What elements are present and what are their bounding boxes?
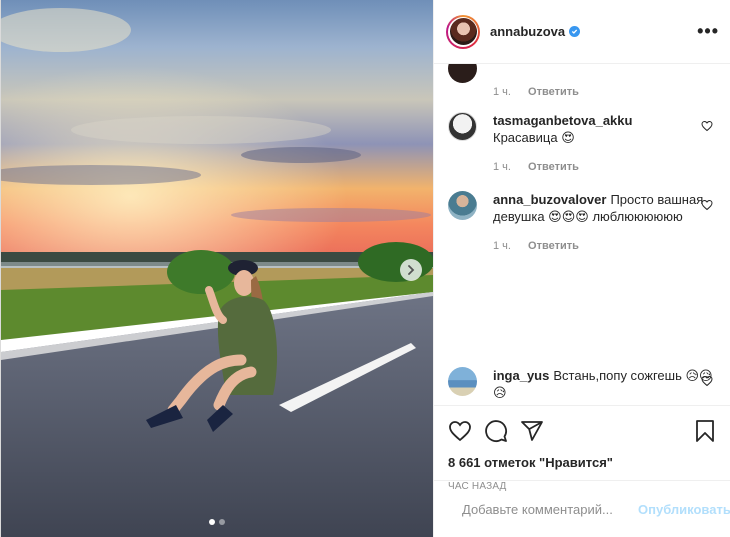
- author-username[interactable]: annabuzova: [490, 24, 565, 39]
- like-heart-icon[interactable]: [448, 419, 472, 443]
- carousel-dot: [219, 519, 225, 525]
- comment-time: 1 ч.: [493, 240, 511, 252]
- comment-username[interactable]: tasmaganbetova_akku: [493, 113, 632, 128]
- carousel-dot: [209, 519, 215, 525]
- comment-item: tasmaganbetova_akku Красавица 😍 1 ч. Отв…: [448, 112, 713, 176]
- comment-bubble-icon[interactable]: [484, 419, 508, 443]
- post-photo[interactable]: [1, 0, 433, 537]
- comment-time: 1 ч.: [493, 161, 511, 173]
- add-comment-bar: Опубликовать: [434, 480, 730, 537]
- comment-username[interactable]: anna_buzovalover: [493, 192, 606, 207]
- reply-button[interactable]: Ответить: [528, 86, 579, 98]
- commenter-avatar[interactable]: [448, 64, 477, 83]
- comment-like-heart-icon[interactable]: [701, 375, 713, 387]
- comment-item: 1 ч. Ответить: [448, 64, 713, 101]
- comment-item: anna_buzovalover Просто вашная девушка 😍😍…: [448, 191, 713, 255]
- post-header: annabuzova •••: [434, 0, 730, 64]
- likes-count[interactable]: 8 661 отметок "Нравится": [434, 455, 730, 475]
- comment-text: Красавица 😍: [493, 130, 575, 145]
- comment-item: inga_yus Встань,попу сожгешь 😥😥😥: [448, 367, 713, 401]
- author-avatar[interactable]: [446, 14, 480, 49]
- more-options-icon[interactable]: •••: [697, 21, 719, 42]
- post-modal: annabuzova ••• 1 ч. Ответить tasmaganbet…: [0, 0, 730, 537]
- share-send-icon[interactable]: [520, 419, 544, 443]
- comment-time: 1 ч.: [493, 86, 511, 98]
- post-actions: [434, 405, 730, 455]
- comment-username[interactable]: inga_yus: [493, 368, 549, 383]
- publish-button[interactable]: Опубликовать: [638, 502, 730, 517]
- commenter-avatar[interactable]: [448, 191, 477, 220]
- chevron-right-icon: [408, 265, 415, 275]
- comment-input[interactable]: [462, 501, 638, 517]
- reply-button[interactable]: Ответить: [528, 161, 579, 173]
- carousel-indicator: [1, 519, 433, 525]
- verified-badge-icon: [569, 26, 581, 37]
- commenter-avatar[interactable]: [448, 112, 477, 141]
- carousel-next-button[interactable]: [400, 259, 422, 281]
- reply-button[interactable]: Ответить: [528, 240, 579, 252]
- comment-like-heart-icon[interactable]: [701, 120, 713, 132]
- post-side-panel: annabuzova ••• 1 ч. Ответить tasmaganbet…: [433, 0, 730, 537]
- save-bookmark-icon[interactable]: [693, 419, 717, 443]
- photo-image: [1, 0, 433, 537]
- comment-like-heart-icon[interactable]: [701, 199, 713, 211]
- comments-list[interactable]: 1 ч. Ответить tasmaganbetova_akku Красав…: [434, 64, 730, 405]
- commenter-avatar[interactable]: [448, 367, 477, 396]
